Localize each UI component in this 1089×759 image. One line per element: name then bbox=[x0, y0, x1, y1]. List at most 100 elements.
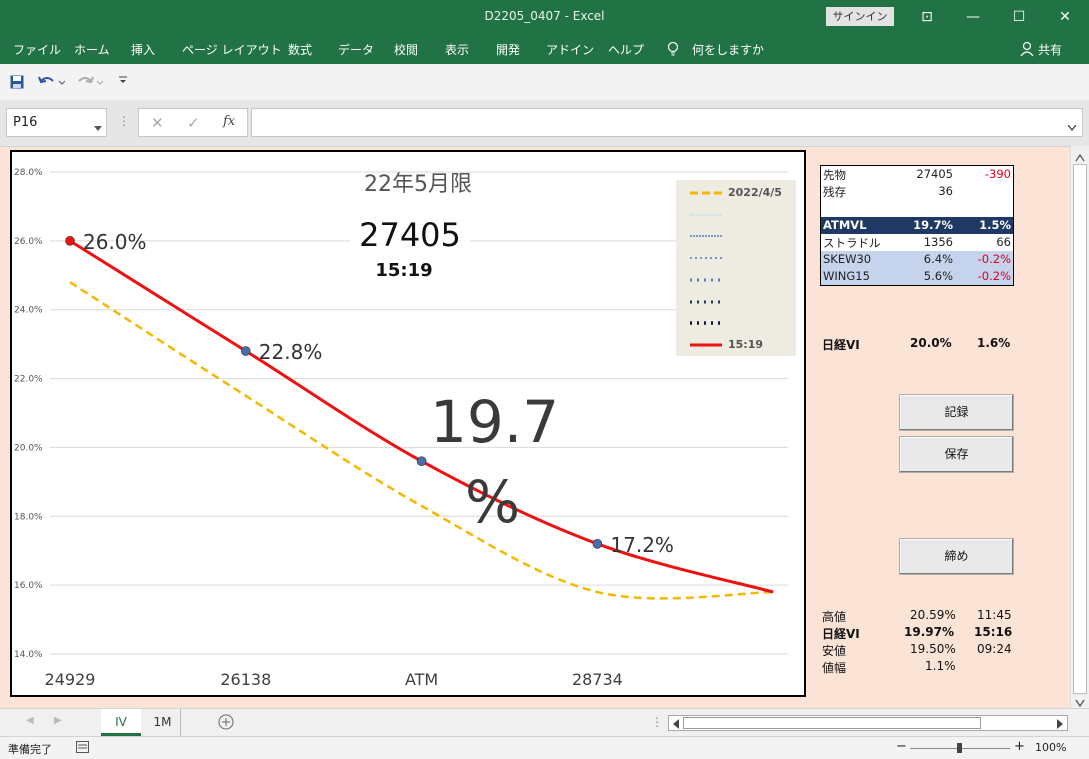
formula-bar-grip-icon: ⋮ bbox=[118, 114, 130, 128]
worksheet[interactable]: 28.0% 26.0% 24.0% 22.0% 20.0% 18.0% 16.0% 14.0%… bbox=[0, 146, 1070, 708]
tab-prev-icon[interactable]: ◀ bbox=[26, 715, 34, 726]
tell-me-search[interactable]: 何をしますか bbox=[692, 41, 764, 58]
scroll-right-icon[interactable] bbox=[1056, 718, 1064, 732]
title-bar: D2205_0407 - Excel サインイン ⊡ — ☐ ✕ bbox=[0, 0, 1089, 34]
menu-view[interactable]: 表示 bbox=[445, 41, 469, 58]
close-button[interactable]: ✕ bbox=[1050, 6, 1080, 28]
legend-entry bbox=[688, 273, 794, 287]
horizontal-scroll-thumb[interactable] bbox=[683, 717, 981, 729]
nikkei-vi-value: 20.0% bbox=[910, 336, 952, 350]
atm-iv-value: 19.7 bbox=[430, 388, 560, 456]
undo-icon[interactable] bbox=[37, 73, 66, 94]
signin-button[interactable]: サインイン bbox=[826, 7, 894, 26]
menu-page-layout[interactable]: ページ レイアウト bbox=[182, 41, 282, 58]
x-tick-label: 28734 bbox=[572, 670, 623, 689]
data-point bbox=[241, 346, 251, 356]
menu-help[interactable]: ヘルプ bbox=[608, 41, 644, 58]
stat-range-value: 1.1% bbox=[925, 659, 956, 673]
tab-next-icon[interactable]: ▶ bbox=[54, 715, 62, 726]
legend-entry bbox=[688, 229, 794, 243]
legend-label: 15:19 bbox=[728, 337, 764, 351]
legend-entry: 2022/4/5 bbox=[688, 186, 794, 200]
y-tick-label: 26.0% bbox=[14, 237, 43, 247]
y-tick-label: 20.0% bbox=[14, 443, 43, 453]
save-button[interactable]: 保存 bbox=[899, 436, 1014, 473]
expand-formula-icon[interactable] bbox=[1067, 120, 1077, 134]
info-row-blank bbox=[821, 200, 1013, 217]
vertical-scroll-thumb[interactable] bbox=[1073, 164, 1087, 694]
data-label: 22.8% bbox=[259, 340, 323, 364]
cancel-icon[interactable]: ✕ bbox=[151, 114, 164, 132]
name-box[interactable]: P16 bbox=[6, 108, 107, 137]
vertical-scrollbar[interactable] bbox=[1070, 146, 1089, 708]
stat-range-label: 値幅 bbox=[822, 661, 847, 675]
user-icon bbox=[1020, 41, 1034, 60]
menu-file[interactable]: ファイル bbox=[13, 41, 61, 58]
menu-home[interactable]: ホーム bbox=[74, 41, 110, 58]
save-icon[interactable] bbox=[10, 75, 24, 92]
zoom-in-icon[interactable]: + bbox=[1014, 739, 1025, 754]
stat-low-time: 09:24 bbox=[977, 642, 1012, 656]
status-ready: 準備完了 bbox=[8, 743, 52, 756]
share-button[interactable]: 共有 bbox=[1038, 41, 1062, 58]
formula-bar: P16 ⋮ ✕ ✓ fx bbox=[0, 100, 1089, 146]
legend-label: 2022/4/5 bbox=[728, 186, 782, 199]
menu-review[interactable]: 校閲 bbox=[394, 41, 418, 58]
status-bar: 準備完了 − + 100% bbox=[0, 736, 1089, 759]
name-box-value: P16 bbox=[13, 115, 38, 130]
atm-iv-unit: % bbox=[465, 468, 521, 536]
stat-low-value: 19.50% bbox=[910, 642, 956, 656]
info-row-futures: 先物 27405 -390 bbox=[823, 167, 1011, 182]
horizontal-scrollbar[interactable] bbox=[668, 715, 1068, 731]
minimize-button[interactable]: — bbox=[958, 6, 988, 28]
ribbon-display-icon[interactable]: ⊡ bbox=[912, 6, 942, 28]
scroll-up-icon[interactable] bbox=[1075, 151, 1085, 165]
y-tick-label: 24.0% bbox=[14, 306, 43, 316]
tab-split-icon[interactable]: ⋮ bbox=[651, 715, 663, 729]
legend-entry bbox=[688, 295, 794, 309]
menu-addins[interactable]: アドイン bbox=[546, 41, 594, 58]
stat-vi-value: 19.97% bbox=[904, 625, 954, 639]
stat-vi-time: 15:16 bbox=[974, 625, 1013, 639]
data-point bbox=[592, 539, 603, 549]
enter-icon[interactable]: ✓ bbox=[187, 114, 200, 132]
menu-insert[interactable]: 挿入 bbox=[131, 41, 155, 58]
iv-chart[interactable]: 28.0% 26.0% 24.0% 22.0% 20.0% 18.0% 16.0% 14.0%… bbox=[10, 150, 806, 697]
add-sheet-icon[interactable] bbox=[218, 714, 234, 733]
formula-buttons: ✕ ✓ fx bbox=[138, 108, 248, 137]
customize-qat-icon[interactable] bbox=[118, 75, 128, 90]
stat-high-value: 20.59% bbox=[910, 608, 956, 622]
y-tick-label: 28.0% bbox=[14, 168, 43, 178]
data-point bbox=[65, 236, 75, 246]
x-tick-label: 26138 bbox=[220, 670, 271, 689]
zoom-level[interactable]: 100% bbox=[1035, 741, 1066, 754]
data-label: 17.2% bbox=[610, 533, 674, 557]
menu-formulas[interactable]: 数式 bbox=[288, 41, 312, 58]
x-tick-label: ATM bbox=[405, 670, 438, 689]
record-button[interactable]: 記録 bbox=[899, 394, 1014, 431]
ribbon-tabs: ファイル ホーム 挿入 ページ レイアウト 数式 データ 校閲 表示 開発 アド… bbox=[0, 34, 1089, 64]
zoom-out-icon[interactable]: − bbox=[896, 739, 907, 754]
formula-input[interactable] bbox=[251, 108, 1083, 137]
redo-icon[interactable] bbox=[76, 73, 104, 94]
menu-developer[interactable]: 開発 bbox=[496, 41, 520, 58]
insert-function-icon[interactable]: fx bbox=[223, 114, 235, 129]
legend-entry: 15:19 bbox=[688, 338, 794, 352]
chevron-down-icon[interactable] bbox=[94, 120, 102, 135]
stat-high-label: 高値 bbox=[822, 610, 847, 624]
close-day-button[interactable]: 締め bbox=[899, 538, 1014, 575]
info-row-straddle: ストラドル 1356 66 bbox=[823, 235, 1011, 250]
quick-access-toolbar bbox=[0, 64, 1089, 100]
legend-entry bbox=[688, 208, 794, 222]
menu-data[interactable]: データ bbox=[338, 41, 374, 58]
zoom-slider-thumb[interactable] bbox=[957, 743, 962, 753]
tab-1m[interactable]: 1M bbox=[145, 709, 181, 736]
maximize-button[interactable]: ☐ bbox=[1004, 6, 1034, 28]
tab-iv[interactable]: IV bbox=[101, 709, 141, 736]
scroll-left-icon[interactable] bbox=[672, 718, 680, 732]
data-point bbox=[416, 456, 427, 467]
data-label: 26.0% bbox=[83, 230, 147, 254]
x-tick-label: 24929 bbox=[45, 670, 96, 689]
macro-record-icon[interactable] bbox=[76, 741, 89, 756]
lightbulb-icon bbox=[666, 41, 680, 60]
